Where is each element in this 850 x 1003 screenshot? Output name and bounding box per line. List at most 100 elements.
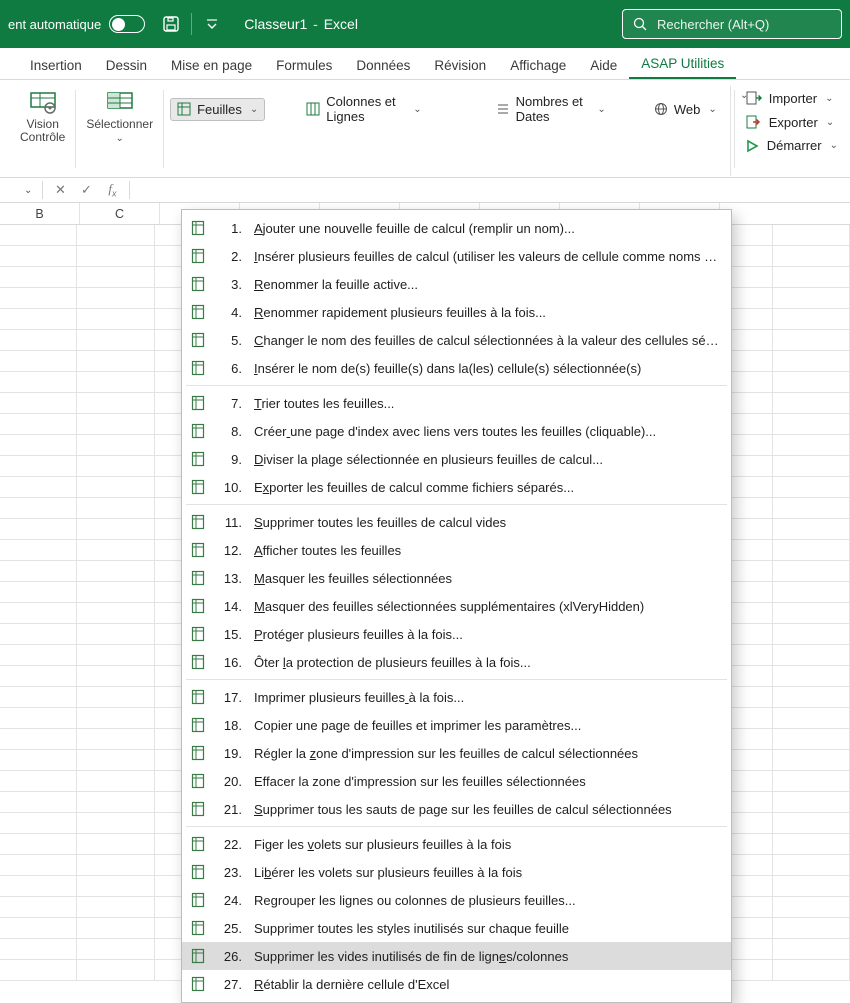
tab-asap-utilities[interactable]: ASAP Utilities — [629, 50, 736, 79]
tab-aide[interactable]: Aide — [578, 52, 629, 79]
menu-item[interactable]: 2.Insérer plusieurs feuilles de calcul (… — [182, 242, 731, 270]
confirm-icon[interactable]: ✓ — [75, 179, 97, 201]
tab-mise-en-page[interactable]: Mise en page — [159, 52, 264, 79]
quick-access-dropdown[interactable] — [202, 14, 222, 34]
ribbon-tabs: InsertionDessinMise en pageFormulesDonné… — [0, 48, 850, 80]
app-name: Excel — [324, 16, 358, 32]
sheet-icon — [190, 625, 208, 643]
menu-item[interactable]: 3.Renommer la feuille active... — [182, 270, 731, 298]
import-button[interactable]: Importer⌄ — [745, 90, 838, 106]
menu-item[interactable]: 22.Figer les volets sur plusieurs feuill… — [182, 830, 731, 858]
web-dropdown[interactable]: Web⌄ — [647, 98, 724, 121]
select-label: Sélectionner⌄ — [86, 118, 153, 144]
menu-item[interactable]: 20.Effacer la zone d'impression sur les … — [182, 767, 731, 795]
menu-item[interactable]: 6.Insérer le nom de(s) feuille(s) dans l… — [182, 354, 731, 382]
menu-item[interactable]: 26.Supprimer les vides inutilisés de fin… — [182, 942, 731, 970]
sheet-icon — [190, 800, 208, 818]
separator — [734, 90, 735, 168]
menu-item[interactable]: 21.Supprimer tous les sauts de page sur … — [182, 795, 731, 823]
sheet-icon — [190, 331, 208, 349]
sheet-icon — [190, 450, 208, 468]
sheet-icon — [190, 359, 208, 377]
divider — [191, 13, 192, 35]
menu-item[interactable]: 12.Afficher toutes les feuilles — [182, 536, 731, 564]
doc-name: Classeur1 — [244, 16, 307, 32]
autosave-label: ent automatique — [8, 17, 101, 32]
colonnes-dropdown[interactable]: Colonnes et Lignes⌄ — [299, 90, 428, 128]
sheet-icon — [190, 688, 208, 706]
sheet-icon — [190, 919, 208, 937]
menu-item[interactable]: 1.Ajouter une nouvelle feuille de calcul… — [182, 214, 731, 242]
start-button[interactable]: Démarrer⌄ — [745, 138, 838, 153]
menu-item[interactable]: 27.Rétablir la dernière cellule d'Excel — [182, 970, 731, 998]
vision-label: Vision Contrôle — [20, 118, 65, 144]
sheet-icon — [190, 247, 208, 265]
feuilles-menu: 1.Ajouter une nouvelle feuille de calcul… — [181, 209, 732, 1003]
sheet-icon — [190, 219, 208, 237]
sheet-icon — [190, 478, 208, 496]
menu-item[interactable]: 14.Masquer des feuilles sélectionnées su… — [182, 592, 731, 620]
overflow-chevron[interactable]: ⌄ — [740, 90, 748, 101]
menu-item[interactable]: 7.Trier toutes les feuilles... — [182, 389, 731, 417]
menu-item[interactable]: 19.Régler la zone d'impression sur les f… — [182, 739, 731, 767]
export-button[interactable]: Exporter⌄ — [745, 114, 838, 130]
feuilles-dropdown[interactable]: Feuilles⌄ — [170, 98, 265, 121]
sheet-icon — [190, 303, 208, 321]
autosave-toggle[interactable] — [109, 15, 145, 33]
document-title: Classeur1 - Excel — [244, 16, 358, 32]
tab-formules[interactable]: Formules — [264, 52, 344, 79]
vision-button[interactable]: Vision Contrôle — [20, 86, 65, 144]
menu-item[interactable]: 8.Créer une page d'index avec liens vers… — [182, 417, 731, 445]
menu-item[interactable]: 23.Libérer les volets sur plusieurs feui… — [182, 858, 731, 886]
save-icon[interactable] — [161, 14, 181, 34]
menu-item[interactable]: 5.Changer le nom des feuilles de calcul … — [182, 326, 731, 354]
tab-affichage[interactable]: Affichage — [498, 52, 578, 79]
vision-group: Vision Contrôle — [10, 86, 75, 172]
menu-item[interactable]: 24.Regrouper les lignes ou colonnes de p… — [182, 886, 731, 914]
sheet-icon — [190, 422, 208, 440]
menu-item[interactable]: 17.Imprimer plusieurs feuilles à la fois… — [182, 683, 731, 711]
sheet-icon — [190, 863, 208, 881]
fx-icon[interactable]: fx — [101, 179, 123, 201]
sheet-icon — [190, 891, 208, 909]
menu-item[interactable]: 15.Protéger plusieurs feuilles à la fois… — [182, 620, 731, 648]
ribbon-body: Vision Contrôle Sélectionner⌄ Feuilles⌄ … — [0, 80, 850, 178]
search-icon — [633, 17, 647, 31]
menu-item[interactable]: 10.Exporter les feuilles de calcul comme… — [182, 473, 731, 501]
menu-item[interactable]: 16.Ôter la protection de plusieurs feuil… — [182, 648, 731, 676]
sheet-icon — [190, 947, 208, 965]
sheet-icon — [190, 513, 208, 531]
sheet-icon — [190, 394, 208, 412]
tab-insertion[interactable]: Insertion — [18, 52, 94, 79]
menu-item[interactable]: 4.Renommer rapidement plusieurs feuilles… — [182, 298, 731, 326]
menu-item[interactable]: 9.Diviser la plage sélectionnée en plusi… — [182, 445, 731, 473]
column-header[interactable]: C — [80, 203, 160, 224]
column-header[interactable]: B — [0, 203, 80, 224]
sheet-icon — [190, 716, 208, 734]
sheet-icon — [190, 541, 208, 559]
sheet-icon — [190, 835, 208, 853]
select-group: Sélectionner⌄ — [76, 86, 163, 172]
title-bar: ent automatique Classeur1 - Excel — [0, 0, 850, 48]
search-bar[interactable] — [622, 9, 842, 39]
menu-item[interactable]: 11.Supprimer toutes les feuilles de calc… — [182, 508, 731, 536]
play-icon — [745, 139, 759, 153]
tab-dessin[interactable]: Dessin — [94, 52, 159, 79]
sheet-icon — [190, 744, 208, 762]
sheet-icon — [190, 772, 208, 790]
name-box-dropdown-icon[interactable]: ⌄ — [20, 185, 36, 196]
select-button[interactable]: Sélectionner⌄ — [86, 86, 153, 144]
tab-données[interactable]: Données — [344, 52, 422, 79]
sheet-icon — [190, 275, 208, 293]
sheet-icon — [190, 569, 208, 587]
menu-item[interactable]: 25.Supprimer toutes les styles inutilisé… — [182, 914, 731, 942]
nombres-dropdown[interactable]: Nombres et Dates⌄ — [489, 90, 613, 128]
menu-item[interactable]: 18.Copier une page de feuilles et imprim… — [182, 711, 731, 739]
cancel-icon[interactable]: ✕ — [49, 179, 71, 201]
sheet-icon — [190, 653, 208, 671]
sheet-icon — [190, 597, 208, 615]
tab-révision[interactable]: Révision — [422, 52, 498, 79]
search-input[interactable] — [657, 17, 817, 32]
formula-input[interactable] — [132, 183, 850, 198]
menu-item[interactable]: 13.Masquer les feuilles sélectionnées — [182, 564, 731, 592]
